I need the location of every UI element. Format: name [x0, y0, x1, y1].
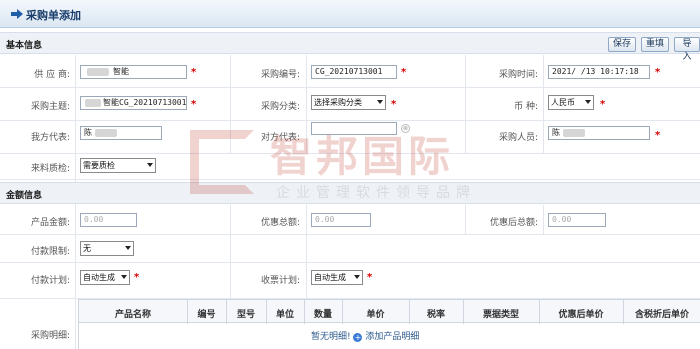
subject-input[interactable]: 智能CG_20210713001 [80, 96, 187, 110]
amount-info-section: 金额信息 [0, 182, 700, 204]
empty-text: 暂无明细! [311, 332, 351, 342]
their-rep-label: 对方代表: [260, 133, 300, 143]
subject-label: 采购主题: [30, 102, 70, 112]
chevron-down-icon [125, 246, 131, 250]
supplier-label: 供 应 商: [34, 70, 70, 80]
column-header: 编号 [197, 310, 216, 320]
order-no-label: 采购编号: [260, 70, 300, 80]
their-rep-input[interactable] [311, 122, 397, 135]
required-mark: * [191, 67, 197, 78]
clear-icon[interactable]: ⊗ [401, 124, 410, 133]
column-header: 优惠后单价 [558, 310, 604, 320]
page-header: 采购单添加 [0, 0, 700, 28]
category-select-value: 选择采购分类 [314, 98, 362, 107]
product-amount-label: 产品金额: [30, 218, 70, 228]
form-row: 采购主题: 智能CG_20210713001 * 采购分类: 选择采购分类 * … [0, 88, 700, 121]
supplier-input[interactable]: 智能 [80, 65, 187, 79]
import-button[interactable]: 导入 [674, 37, 700, 62]
payment-limit-select-value: 无 [83, 244, 91, 253]
form-row: 付款限制: 无 [0, 235, 700, 263]
table-header: 产品名称 编号 型号 单位 数量 单价 税率 票据类型 优惠后单价 含税折后单价 [79, 299, 700, 324]
currency-label: 币 种: [514, 102, 538, 112]
redacted-mask [563, 129, 585, 137]
purchase-time-label: 采购时间: [498, 70, 538, 80]
payment-plan-select-value: 自动生成 [83, 273, 115, 282]
purchaser-label: 采购人员: [498, 133, 538, 143]
redacted-mask [95, 129, 117, 137]
inspection-select-value: 需要质检 [83, 161, 115, 170]
form-row: 我方代表: 陈 对方代表: ⊗ 采购人员: 陈 * [0, 121, 700, 154]
column-header: 票据类型 [482, 310, 519, 320]
chevron-down-icon [377, 100, 383, 104]
purchaser-value: 陈 [552, 128, 560, 137]
payment-plan-select[interactable]: 自动生成 [80, 270, 130, 285]
empty-state: 暂无明细! + 添加产品明细 [311, 329, 419, 342]
product-amount-input[interactable]: 0.00 [80, 213, 137, 227]
after-discount-label: 优惠后总额: [489, 218, 538, 228]
column-header: 产品名称 [114, 310, 151, 320]
our-rep-value: 陈 [84, 128, 92, 137]
save-button[interactable]: 保存 [608, 37, 637, 52]
form-row: 来料质检: 需要质检 [0, 154, 700, 180]
receipt-plan-select[interactable]: 自动生成 [311, 270, 363, 285]
column-header: 含税折后单价 [634, 310, 689, 320]
details-label: 采购明细: [30, 331, 70, 341]
column-header: 型号 [236, 310, 255, 320]
payment-limit-select[interactable]: 无 [80, 241, 134, 256]
payment-limit-label: 付款限制: [30, 247, 70, 257]
order-no-input[interactable]: CG_20210713001 [311, 65, 397, 79]
after-discount-input[interactable]: 0.00 [548, 213, 606, 227]
chevron-down-icon [121, 275, 127, 279]
discount-total-input[interactable]: 0.00 [311, 213, 371, 227]
section-title-amount: 金额信息 [6, 191, 43, 201]
required-mark: * [655, 130, 661, 141]
basic-info-section: 基本信息 保存 重填 导入 [0, 32, 700, 62]
inspection-label: 来料质检: [30, 164, 70, 174]
form-row: 供 应 商: 智能 * 采购编号: CG_20210713001 * 采购时间:… [0, 55, 700, 88]
required-mark: * [600, 99, 606, 110]
chevron-down-icon [147, 163, 153, 167]
discount-total-label: 优惠总额: [260, 218, 300, 228]
required-mark: * [401, 67, 407, 78]
required-mark: * [367, 272, 373, 283]
required-mark: * [191, 99, 197, 110]
page-title: 采购单添加 [26, 9, 81, 22]
arrow-right-icon [11, 9, 23, 19]
supplier-value: 智能 [113, 67, 129, 76]
subject-value: 智能CG_20210713001 [103, 98, 187, 107]
column-header: 税率 [426, 310, 445, 320]
chevron-down-icon [585, 100, 591, 104]
category-select[interactable]: 选择采购分类 [311, 95, 386, 110]
purchaser-input[interactable]: 陈 [548, 126, 650, 140]
receipt-plan-select-value: 自动生成 [314, 273, 346, 282]
column-header: 单价 [366, 310, 385, 320]
redacted-mask [87, 68, 109, 76]
chevron-down-icon [354, 275, 360, 279]
section-title-basic: 基本信息 [6, 41, 43, 51]
our-rep-label: 我方代表: [30, 133, 70, 143]
form-row: 付款计划: 自动生成 * 收票计划: 自动生成 * [0, 263, 700, 299]
required-mark: * [655, 67, 661, 78]
currency-select-value: 人民币 [551, 98, 575, 107]
form-row: 产品金额: 0.00 优惠总额: 0.00 优惠后总额: 0.00 [0, 205, 700, 235]
receipt-plan-label: 收票计划: [260, 276, 300, 286]
required-mark: * [134, 272, 140, 283]
our-rep-input[interactable]: 陈 [80, 126, 162, 140]
column-header: 数量 [313, 310, 332, 320]
column-header: 单位 [275, 310, 294, 320]
purchase-time-input[interactable]: 2021/ /13 10:17:18 [548, 65, 650, 79]
details-table: 产品名称 编号 型号 单位 数量 单价 税率 票据类型 优惠后单价 含税折后单价… [78, 299, 700, 349]
plus-circle-icon[interactable]: + [353, 333, 363, 342]
currency-select[interactable]: 人民币 [548, 95, 594, 110]
add-product-link[interactable]: 添加产品明细 [365, 332, 419, 342]
payment-plan-label: 付款计划: [30, 276, 70, 286]
redacted-mask [85, 99, 101, 107]
reset-button[interactable]: 重填 [641, 37, 670, 52]
required-mark: * [391, 99, 397, 110]
category-label: 采购分类: [260, 102, 300, 112]
inspection-select[interactable]: 需要质检 [80, 158, 156, 173]
